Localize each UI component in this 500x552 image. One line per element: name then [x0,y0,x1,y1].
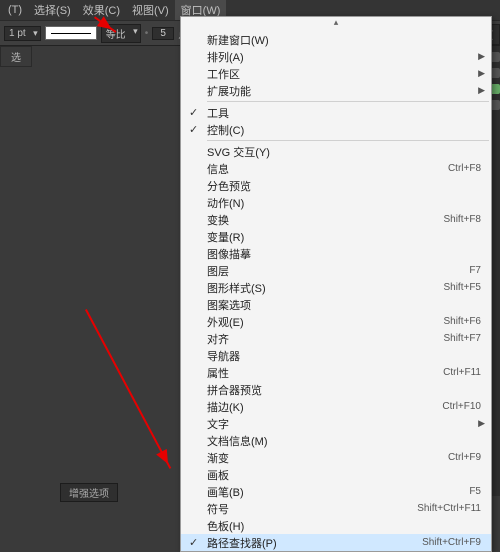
window-menu-dropdown: ▴ 新建窗口(W)排列(A)▶工作区▶扩展功能▶ ✓工具✓控制(C) SVG 交… [180,16,492,552]
menu-item-shortcut: Ctrl+F9 [448,452,481,463]
menu-separator [207,140,489,141]
check-icon: ✓ [189,123,198,136]
points-field[interactable]: 5 [152,27,174,40]
menu-item-shortcut: Shift+Ctrl+F11 [417,503,481,514]
win-main-item-19[interactable]: 画板 [181,466,491,483]
win-main-item-10[interactable]: 外观(E)Shift+F6 [181,313,491,330]
menu-item-label: 图层 [207,263,469,279]
menu-item-shortcut: F5 [469,486,481,497]
win-main-item-1[interactable]: 信息Ctrl+F8 [181,160,491,177]
menu-item-label: SVG 交互(Y) [207,144,481,160]
win-main-item-0[interactable]: SVG 交互(Y) [181,143,491,160]
menu-item-label: 画板 [207,467,481,483]
submenu-arrow-icon: ▶ [478,51,485,62]
menu-item-label: 画笔(B) [207,484,469,500]
win-main-item-17[interactable]: 文档信息(M) [181,432,491,449]
menu-separator [207,101,489,102]
win-main-item-8[interactable]: 图形样式(S)Shift+F5 [181,279,491,296]
win-main-item-12[interactable]: 导航器 [181,347,491,364]
check-icon: ✓ [189,536,198,549]
menu-item-label: 色板(H) [207,518,481,534]
menu-item-label: 工具 [207,105,481,121]
menu-T[interactable]: (T) [2,2,28,18]
win-main-item-13[interactable]: 属性Ctrl+F11 [181,364,491,381]
menu-item-label: 工作区 [207,66,481,82]
win-main-item-15[interactable]: 描边(K)Ctrl+F10 [181,398,491,415]
menu-item-shortcut: Shift+F6 [443,316,481,327]
menu-item-label: 图像描摹 [207,246,481,262]
menu-item-label: 属性 [207,365,443,381]
win-main-item-21[interactable]: 符号Shift+Ctrl+F11 [181,500,491,517]
divider-icon: • [145,28,149,39]
menu-item-shortcut: Shift+F7 [443,333,481,344]
menu-item-label: 文字 [207,416,481,432]
win-top-item-0[interactable]: 新建窗口(W) [181,31,491,48]
win-main-item-23[interactable]: ✓ 路径查找器(P)Shift+Ctrl+F9 [181,534,491,551]
win-tog-item-0[interactable]: ✓ 工具 [181,104,491,121]
menu-item-shortcut: Shift+Ctrl+F9 [422,537,481,548]
menu-item-shortcut: Shift+F5 [443,282,481,293]
submenu-arrow-icon: ▶ [478,85,485,96]
menu-item-shortcut: Shift+F8 [443,214,481,225]
menu-item-shortcut: Ctrl+F10 [442,401,481,412]
menu-item-label: 外观(E) [207,314,443,330]
menu-item-label: 拼合器预览 [207,382,481,398]
menu-item-label: 路径查找器(P) [207,535,422,551]
win-main-item-4[interactable]: 变换Shift+F8 [181,211,491,228]
win-main-item-2[interactable]: 分色预览 [181,177,491,194]
win-main-item-16[interactable]: 文字▶ [181,415,491,432]
submenu-arrow-icon: ▶ [478,418,485,429]
menu-item-label: 对齐 [207,331,443,347]
stroke-preview[interactable] [45,26,97,40]
menu-item-label: 图形样式(S) [207,280,443,296]
menu-item-label: 信息 [207,161,448,177]
menu-item-label: 变量(R) [207,229,481,245]
menu-item-label: 排列(A) [207,49,481,65]
menu-item-label: 文档信息(M) [207,433,481,449]
menu-item-shortcut: Ctrl+F11 [443,367,481,378]
menu-select[interactable]: 选择(S) [28,0,77,20]
panel-tab-select[interactable]: 选 [0,46,32,67]
win-main-item-3[interactable]: 动作(N) [181,194,491,211]
win-main-item-14[interactable]: 拼合器预览 [181,381,491,398]
menu-item-label: 新建窗口(W) [207,32,481,48]
menu-item-label: 变换 [207,212,443,228]
menu-item-shortcut: F7 [469,265,481,276]
win-top-item-1[interactable]: 排列(A)▶ [181,48,491,65]
submenu-arrow-icon: ▶ [478,68,485,79]
win-main-item-7[interactable]: 图层F7 [181,262,491,279]
menu-item-shortcut: Ctrl+F8 [448,163,481,174]
bottom-tab[interactable]: 增强选项 [60,483,118,502]
menu-item-label: 动作(N) [207,195,481,211]
menu-item-label: 导航器 [207,348,481,364]
win-main-item-18[interactable]: 渐变Ctrl+F9 [181,449,491,466]
win-main-item-11[interactable]: 对齐Shift+F7 [181,330,491,347]
win-main-item-20[interactable]: 画笔(B)F5 [181,483,491,500]
check-icon: ✓ [189,106,198,119]
win-top-item-3[interactable]: 扩展功能▶ [181,82,491,99]
menu-item-label: 描边(K) [207,399,442,415]
menu-item-label: 控制(C) [207,122,481,138]
menu-effect[interactable]: 效果(C) [77,0,126,20]
win-main-item-6[interactable]: 图像描摹 [181,245,491,262]
win-tog-item-1[interactable]: ✓ 控制(C) [181,121,491,138]
win-main-item-22[interactable]: 色板(H) [181,517,491,534]
win-top-item-2[interactable]: 工作区▶ [181,65,491,82]
annotation-arrow-2 [85,309,171,469]
menu-item-label: 分色预览 [207,178,481,194]
menu-item-label: 渐变 [207,450,448,466]
win-main-item-9[interactable]: 图案选项 [181,296,491,313]
stroke-weight-dropdown[interactable]: 1 pt [4,26,41,41]
menu-item-label: 符号 [207,501,417,517]
menu-scroll-up-icon[interactable]: ▴ [181,17,491,31]
win-main-item-5[interactable]: 变量(R) [181,228,491,245]
menu-item-label: 扩展功能 [207,83,481,99]
menu-view[interactable]: 视图(V) [126,0,175,20]
menu-item-label: 图案选项 [207,297,481,313]
